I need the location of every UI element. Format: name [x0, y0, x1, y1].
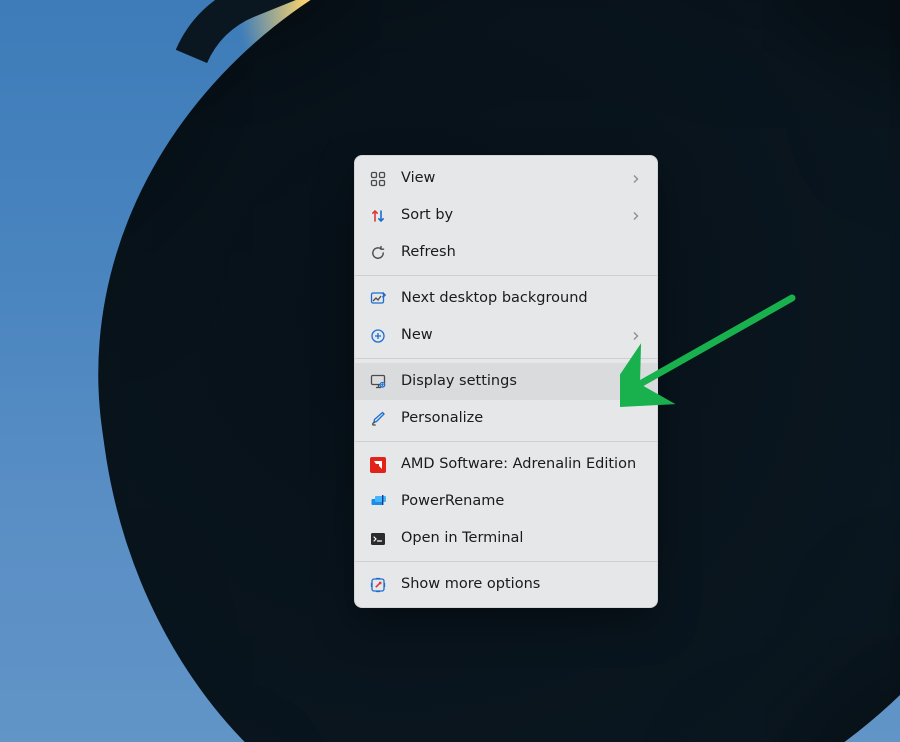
chevron-right-icon	[631, 331, 641, 341]
desktop-context-menu: View Sort by Refresh	[354, 155, 658, 608]
refresh-label: Refresh	[401, 245, 641, 260]
new-label: New	[401, 328, 617, 343]
display-settings-item[interactable]: Display settings	[355, 363, 657, 400]
grid-icon	[369, 170, 387, 188]
display-settings-label: Display settings	[401, 374, 641, 389]
terminal-icon	[369, 530, 387, 548]
show-more-options-item[interactable]: Show more options	[355, 566, 657, 603]
show-more-options-label: Show more options	[401, 577, 641, 592]
menu-separator	[355, 275, 657, 276]
sort-by-label: Sort by	[401, 208, 617, 223]
new-item[interactable]: New	[355, 317, 657, 354]
view-item[interactable]: View	[355, 160, 657, 197]
chevron-right-icon	[631, 174, 641, 184]
desktop-wallpaper[interactable]: View Sort by Refresh	[0, 0, 900, 742]
powerrename-item[interactable]: PowerRename	[355, 483, 657, 520]
menu-separator	[355, 358, 657, 359]
amd-software-item[interactable]: AMD Software: Adrenalin Edition	[355, 446, 657, 483]
menu-separator	[355, 561, 657, 562]
amd-icon	[369, 456, 387, 474]
picture-next-icon	[369, 290, 387, 308]
next-desktop-background-label: Next desktop background	[401, 291, 641, 306]
chevron-right-icon	[631, 211, 641, 221]
sort-icon	[369, 207, 387, 225]
paintbrush-icon	[369, 410, 387, 428]
view-label: View	[401, 171, 617, 186]
sort-by-item[interactable]: Sort by	[355, 197, 657, 234]
open-in-terminal-label: Open in Terminal	[401, 531, 641, 546]
next-desktop-background-item[interactable]: Next desktop background	[355, 280, 657, 317]
menu-separator	[355, 441, 657, 442]
powerrename-label: PowerRename	[401, 494, 641, 509]
open-in-terminal-item[interactable]: Open in Terminal	[355, 520, 657, 557]
amd-software-label: AMD Software: Adrenalin Edition	[401, 457, 641, 472]
powerrename-icon	[369, 493, 387, 511]
refresh-item[interactable]: Refresh	[355, 234, 657, 271]
refresh-icon	[369, 244, 387, 262]
personalize-item[interactable]: Personalize	[355, 400, 657, 437]
display-settings-icon	[369, 373, 387, 391]
more-options-icon	[369, 576, 387, 594]
plus-circle-icon	[369, 327, 387, 345]
personalize-label: Personalize	[401, 411, 641, 426]
